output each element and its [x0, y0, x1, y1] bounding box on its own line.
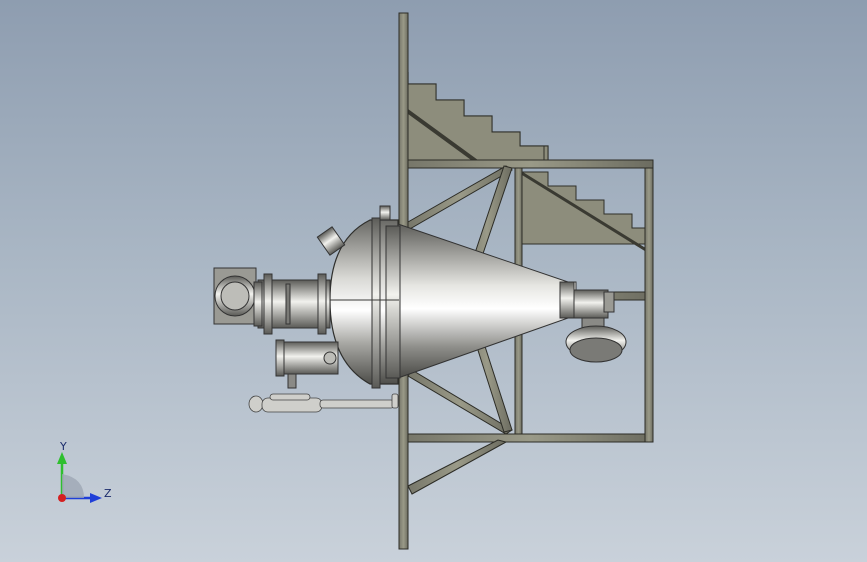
- z-axis-label: Z: [104, 487, 112, 500]
- model-scene[interactable]: [0, 0, 867, 562]
- cad-viewport[interactable]: Y Z: [0, 0, 867, 562]
- inlet-pipe: [213, 267, 331, 335]
- z-axis-arrow: [90, 493, 102, 503]
- coordinate-triad: Y Z: [57, 440, 112, 503]
- y-axis-label: Y: [59, 440, 67, 453]
- human-scale-figure: [248, 393, 399, 413]
- outlet-valve: [565, 289, 627, 363]
- lower-pipe: [275, 339, 339, 389]
- rotation-indicator: [62, 474, 84, 498]
- x-axis-dot: [58, 494, 66, 502]
- y-axis-arrow: [57, 452, 67, 464]
